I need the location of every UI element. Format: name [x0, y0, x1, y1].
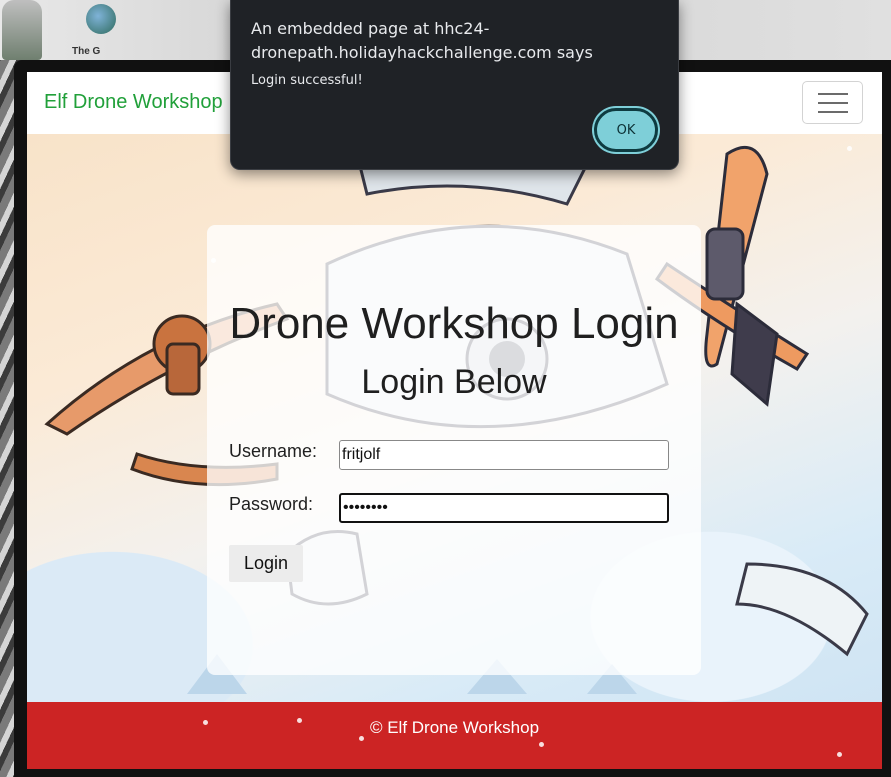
navbar-toggler-button[interactable]	[802, 81, 863, 124]
hero-section: Drone Workshop Login Login Below Usernam…	[27, 134, 882, 702]
drone-workshop-page: Elf Drone Workshop Drone Workshop Login …	[27, 72, 882, 769]
username-label: Username:	[229, 441, 318, 461]
password-input[interactable]	[339, 493, 669, 523]
hamburger-menu-icon	[817, 92, 848, 113]
login-button[interactable]: Login	[229, 545, 303, 582]
dialog-message: Login successful!	[251, 73, 363, 88]
snowflake	[847, 146, 852, 151]
snowflake	[539, 742, 544, 747]
navbar-brand[interactable]: Elf Drone Workshop	[44, 91, 223, 114]
globe-icon	[86, 4, 116, 34]
login-card: Drone Workshop Login Login Below Usernam…	[207, 225, 701, 675]
snowflake	[211, 258, 216, 263]
snowflake	[521, 458, 526, 463]
username-input[interactable]	[339, 440, 669, 470]
snowflake	[203, 720, 208, 725]
alert-dialog: An embedded page at hhc24-dronepath.holi…	[230, 0, 679, 170]
ok-button[interactable]: OK	[594, 108, 658, 152]
login-subtitle: Login Below	[361, 363, 547, 401]
footer: © Elf Drone Workshop	[27, 702, 882, 769]
password-label: Password:	[229, 494, 314, 514]
snowflake	[297, 718, 302, 723]
game-caption: The G	[72, 46, 101, 57]
elf-character	[2, 0, 42, 60]
dialog-title: An embedded page at hhc24-dronepath.holi…	[251, 19, 593, 62]
snowflake	[359, 736, 364, 741]
snowflake	[837, 752, 842, 757]
snowflake	[185, 120, 190, 125]
footer-copyright: © Elf Drone Workshop	[369, 718, 540, 737]
login-title: Drone Workshop Login	[229, 299, 679, 348]
